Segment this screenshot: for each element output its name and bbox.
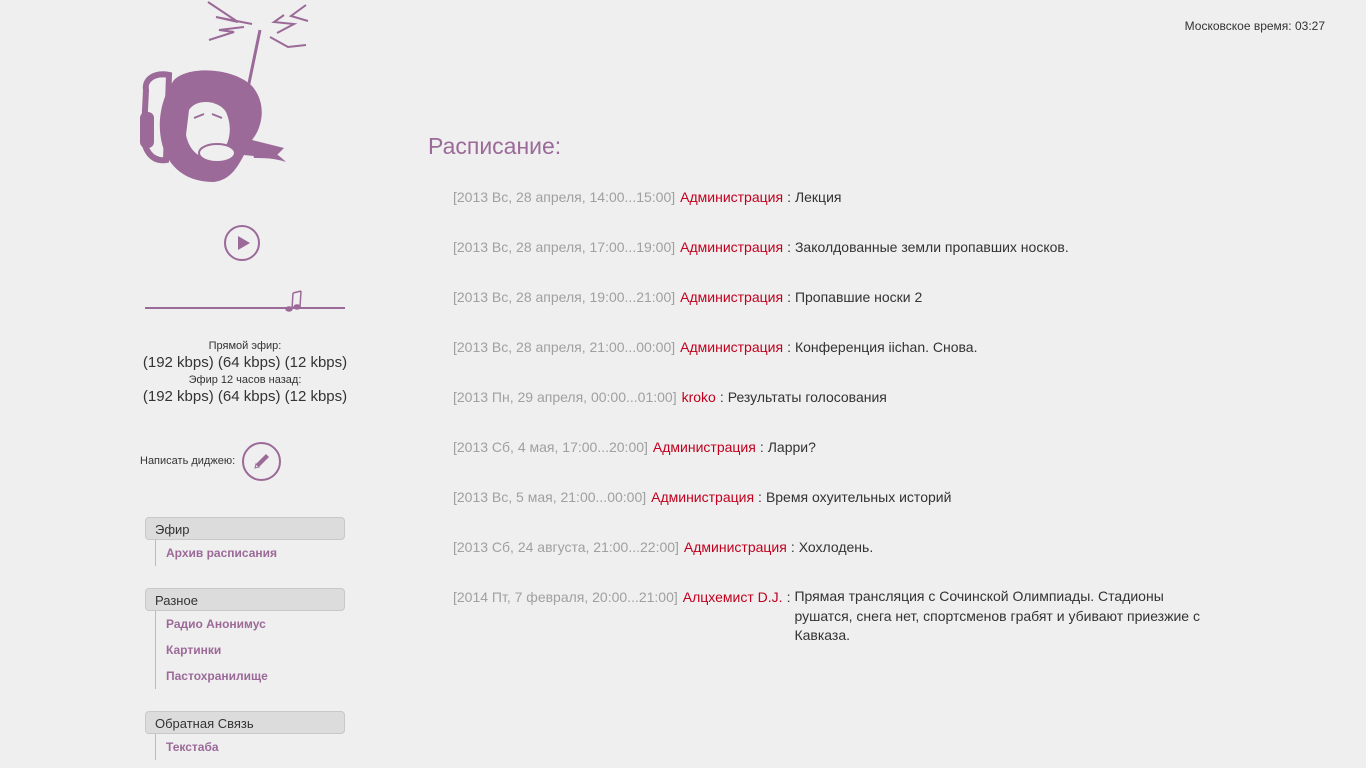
schedule-date: [2013 Вс, 28 апреля, 19:00...21:00] — [453, 289, 676, 305]
schedule-date: [2013 Пн, 29 апреля, 00:00...01:00] — [453, 389, 677, 405]
live-192-link[interactable]: (192 kbps) — [143, 354, 214, 371]
schedule-separator: : — [787, 289, 791, 305]
menu-item-pastebin[interactable]: Пастохранилище — [156, 663, 345, 689]
archive-caption: Эфир 12 часов назад: — [188, 374, 302, 386]
menu-misc-header[interactable]: Разное — [145, 588, 345, 611]
moscow-time: Московское время: 03:27 — [1184, 19, 1325, 33]
schedule-author[interactable]: Администрация — [651, 487, 754, 507]
menu-misc: Разное Радио Анонимус Картинки Пастохран… — [145, 588, 345, 689]
schedule-row: [2013 Вс, 28 апреля, 21:00...00:00] Адми… — [453, 337, 1213, 387]
schedule-separator: : — [719, 389, 724, 405]
menu-feedback-header[interactable]: Обратная Связь — [145, 711, 345, 734]
live-12-link[interactable]: (12 kbps) — [285, 354, 348, 371]
schedule-event: Хохлодень. — [798, 539, 874, 555]
schedule-separator: : — [786, 589, 791, 605]
schedule-separator: : — [759, 439, 764, 455]
live-stream-block: Прямой эфир: (192 kbps) (64 kbps) (12 kb… — [140, 340, 350, 371]
menu-item-schedule-archive[interactable]: Архив расписания — [156, 540, 345, 566]
music-note-icon[interactable] — [285, 290, 302, 312]
archive-64-link[interactable]: (64 kbps) — [218, 388, 281, 405]
schedule-event: Время охуительных историй — [765, 489, 952, 505]
schedule-event: Заколдованные земли пропавших носков. — [794, 239, 1069, 255]
volume-slider[interactable] — [145, 288, 345, 314]
schedule-author[interactable]: Администрация — [680, 337, 783, 357]
schedule-event: Лекция — [794, 189, 842, 205]
live-caption: Прямой эфир: — [208, 340, 282, 352]
schedule-author[interactable]: Алцхемист D.J. — [683, 587, 783, 607]
schedule-separator: : — [787, 339, 791, 355]
schedule-event: Результаты голосования — [727, 389, 887, 405]
schedule-row: [2013 Вс, 28 апреля, 17:00...19:00] Адми… — [453, 237, 1213, 287]
radio-girl-logo — [140, 1, 309, 182]
schedule-author[interactable]: Администрация — [680, 237, 783, 257]
schedule-author[interactable]: Администрация — [680, 187, 783, 207]
write-dj-label: Написать диджею: — [140, 455, 236, 467]
live-64-link[interactable]: (64 kbps) — [218, 354, 281, 371]
schedule-row: [2013 Пн, 29 апреля, 00:00...01:00] krok… — [453, 387, 1213, 437]
play-button[interactable] — [224, 225, 260, 261]
schedule-author[interactable]: Администрация — [680, 287, 783, 307]
menu-broadcast: Эфир Архив расписания — [145, 517, 345, 566]
schedule-author[interactable]: kroko — [682, 387, 716, 407]
schedule-title: Расписание: — [428, 133, 562, 159]
schedule-row: [2014 Пт, 7 февраля, 20:00...21:00] Алцх… — [453, 587, 1213, 667]
schedule-separator: : — [790, 539, 795, 555]
schedule-date: [2013 Вс, 28 апреля, 14:00...15:00] — [453, 189, 676, 205]
schedule-event: Конференция iichan. Снова. — [794, 339, 978, 355]
schedule-row: [2013 Сб, 4 мая, 17:00...20:00] Админист… — [453, 437, 1213, 487]
menu-item-pictures[interactable]: Картинки — [156, 637, 345, 663]
schedule-event: Ларри? — [767, 439, 816, 455]
schedule-row: [2013 Сб, 24 августа, 21:00...22:00] Адм… — [453, 537, 1213, 587]
schedule-separator: : — [787, 239, 791, 255]
schedule-date: [2013 Вс, 28 апреля, 17:00...19:00] — [453, 239, 676, 255]
write-dj-button[interactable] — [242, 441, 282, 481]
schedule-list: [2013 Вс, 28 апреля, 14:00...15:00] Адми… — [453, 187, 1213, 667]
menu-item-textaba[interactable]: Текстаба — [156, 734, 345, 760]
schedule-row: [2013 Вс, 5 мая, 21:00...00:00] Админист… — [453, 487, 1213, 537]
archive-192-link[interactable]: (192 kbps) — [143, 388, 214, 405]
schedule-row: [2013 Вс, 28 апреля, 19:00...21:00] Адми… — [453, 287, 1213, 337]
schedule-date: [2013 Сб, 24 августа, 21:00...22:00] — [453, 539, 679, 555]
schedule-date: [2013 Вс, 28 апреля, 21:00...00:00] — [453, 339, 676, 355]
schedule-author[interactable]: Администрация — [653, 437, 756, 457]
menu-feedback: Обратная Связь Текстаба — [145, 711, 345, 760]
archive-12-link[interactable]: (12 kbps) — [285, 388, 348, 405]
schedule-date: [2014 Пт, 7 февраля, 20:00...21:00] — [453, 589, 678, 605]
schedule-author[interactable]: Администрация — [684, 537, 787, 557]
schedule-event: Пропавшие носки 2 — [794, 289, 923, 305]
menu-item-radio-anonymous[interactable]: Радио Анонимус — [156, 611, 345, 637]
archive-stream-block: Эфир 12 часов назад: (192 kbps) (64 kbps… — [140, 374, 350, 405]
schedule-date: [2013 Вс, 5 мая, 21:00...00:00] — [453, 489, 647, 505]
schedule-date: [2013 Сб, 4 мая, 17:00...20:00] — [453, 439, 648, 455]
schedule-row: [2013 Вс, 28 апреля, 14:00...15:00] Адми… — [453, 187, 1213, 237]
menu-broadcast-header[interactable]: Эфир — [145, 517, 345, 540]
play-icon — [238, 236, 250, 250]
schedule-separator: : — [758, 489, 762, 505]
schedule-separator: : — [787, 189, 791, 205]
pencil-icon — [253, 454, 269, 469]
schedule-event: Прямая трансляция с Сочинской Олимпиады.… — [794, 588, 1200, 643]
write-dj: Написать диджею: — [140, 440, 282, 482]
